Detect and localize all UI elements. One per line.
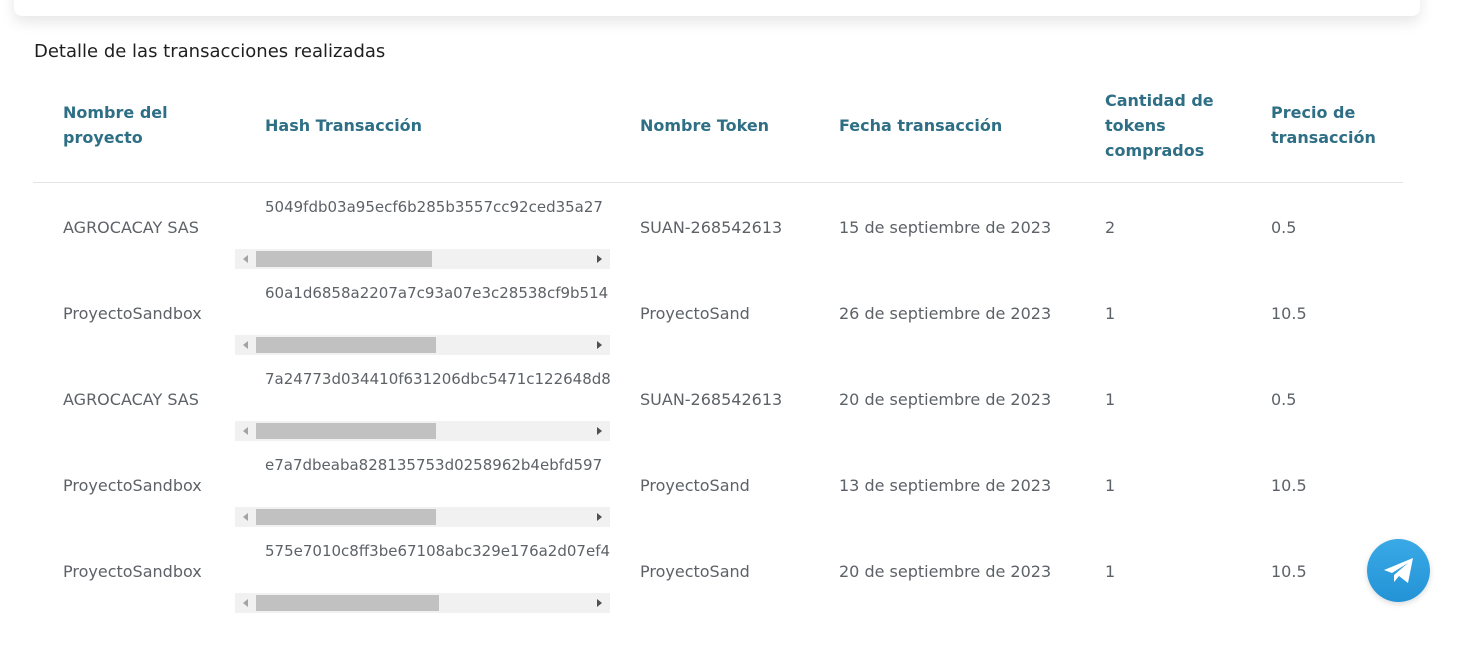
top-card: [14, 0, 1420, 16]
scroll-right-arrow-icon[interactable]: [597, 513, 602, 521]
hash-value: 7a24773d034410f631206dbc5471c122648d8: [265, 370, 610, 388]
hash-value: 575e7010c8ff3be67108abc329e176a2d07ef4: [265, 542, 610, 560]
hash-scrollbar[interactable]: [235, 593, 610, 613]
scroll-left-arrow-icon[interactable]: [243, 255, 248, 263]
col-price: Precio de transacción: [1271, 103, 1376, 147]
transaction-price: 0.5: [1271, 217, 1297, 237]
table-row: AGROCACAY SAS 7a24773d034410f631206dbc54…: [33, 356, 1403, 442]
hash-scrollbar[interactable]: [235, 507, 610, 527]
token-quantity: 1: [1105, 475, 1116, 495]
scroll-right-arrow-icon[interactable]: [597, 255, 602, 263]
scrollbar-thumb[interactable]: [256, 251, 432, 267]
transaction-price: 10.5: [1271, 561, 1307, 581]
table-row: ProyectoSandbox 575e7010c8ff3be67108abc3…: [33, 528, 1403, 614]
transaction-date: 20 de septiembre de 2023: [839, 389, 1052, 409]
transaction-date: 26 de septiembre de 2023: [839, 303, 1052, 323]
section-title: Detalle de las transacciones realizadas: [34, 41, 386, 62]
hash-cell: e7a7dbeaba828135753d0258962b4ebfd597: [235, 442, 610, 528]
scrollbar-thumb[interactable]: [256, 423, 436, 439]
hash-cell: 60a1d6858a2207a7c93a07e3c28538cf9b514: [235, 270, 610, 356]
hash-cell: 5049fdb03a95ecf6b285b3557cc92ced35a27: [235, 184, 610, 270]
transaction-date: 15 de septiembre de 2023: [839, 217, 1052, 237]
transaction-price: 10.5: [1271, 303, 1307, 323]
transaction-price: 0.5: [1271, 389, 1297, 409]
hash-value: e7a7dbeaba828135753d0258962b4ebfd597: [265, 456, 603, 474]
table-row: AGROCACAY SAS 5049fdb03a95ecf6b285b3557c…: [33, 184, 1403, 270]
project-name: AGROCACAY SAS: [63, 389, 199, 409]
hash-scrollbar[interactable]: [235, 335, 610, 355]
scrollbar-thumb[interactable]: [256, 337, 436, 353]
telegram-icon: [1383, 557, 1413, 583]
hash-cell: 575e7010c8ff3be67108abc329e176a2d07ef4: [235, 528, 610, 614]
table-header: Nombre del proyecto Hash Transacción Nom…: [33, 82, 1403, 183]
telegram-button[interactable]: [1367, 539, 1430, 602]
token-quantity: 1: [1105, 389, 1116, 409]
token-name: ProyectoSand: [640, 475, 750, 495]
hash-cell: 7a24773d034410f631206dbc5471c122648d8: [235, 356, 610, 442]
transaction-date: 20 de septiembre de 2023: [839, 561, 1052, 581]
hash-scrollbar[interactable]: [235, 421, 610, 441]
project-name: ProyectoSandbox: [63, 561, 202, 581]
token-name: ProyectoSand: [640, 303, 750, 323]
table-row: ProyectoSandbox e7a7dbeaba828135753d0258…: [33, 442, 1403, 528]
transaction-date: 13 de septiembre de 2023: [839, 475, 1052, 495]
scrollbar-thumb[interactable]: [256, 595, 439, 611]
scroll-left-arrow-icon[interactable]: [243, 341, 248, 349]
col-date: Fecha transacción: [839, 116, 1003, 135]
scroll-left-arrow-icon[interactable]: [243, 513, 248, 521]
col-qty: Cantidad de tokens comprados: [1105, 91, 1214, 160]
scroll-right-arrow-icon[interactable]: [597, 427, 602, 435]
token-name: SUAN-268542613: [640, 217, 783, 237]
col-project: Nombre del proyecto: [63, 103, 168, 147]
token-name: SUAN-268542613: [640, 389, 783, 409]
token-name: ProyectoSand: [640, 561, 750, 581]
project-name: ProyectoSandbox: [63, 475, 202, 495]
scroll-left-arrow-icon[interactable]: [243, 427, 248, 435]
project-name: AGROCACAY SAS: [63, 217, 199, 237]
hash-value: 60a1d6858a2207a7c93a07e3c28538cf9b514: [265, 284, 609, 302]
project-name: ProyectoSandbox: [63, 303, 202, 323]
token-quantity: 1: [1105, 561, 1116, 581]
col-token: Nombre Token: [640, 116, 770, 135]
hash-value: 5049fdb03a95ecf6b285b3557cc92ced35a27: [265, 198, 603, 216]
scroll-left-arrow-icon[interactable]: [243, 599, 248, 607]
token-quantity: 2: [1105, 217, 1116, 237]
scroll-right-arrow-icon[interactable]: [597, 599, 602, 607]
hash-scrollbar[interactable]: [235, 249, 610, 269]
token-quantity: 1: [1105, 303, 1116, 323]
transaction-price: 10.5: [1271, 475, 1307, 495]
scroll-right-arrow-icon[interactable]: [597, 341, 602, 349]
table-row: ProyectoSandbox 60a1d6858a2207a7c93a07e3…: [33, 270, 1403, 356]
scrollbar-thumb[interactable]: [256, 509, 436, 525]
col-hash: Hash Transacción: [265, 116, 423, 135]
